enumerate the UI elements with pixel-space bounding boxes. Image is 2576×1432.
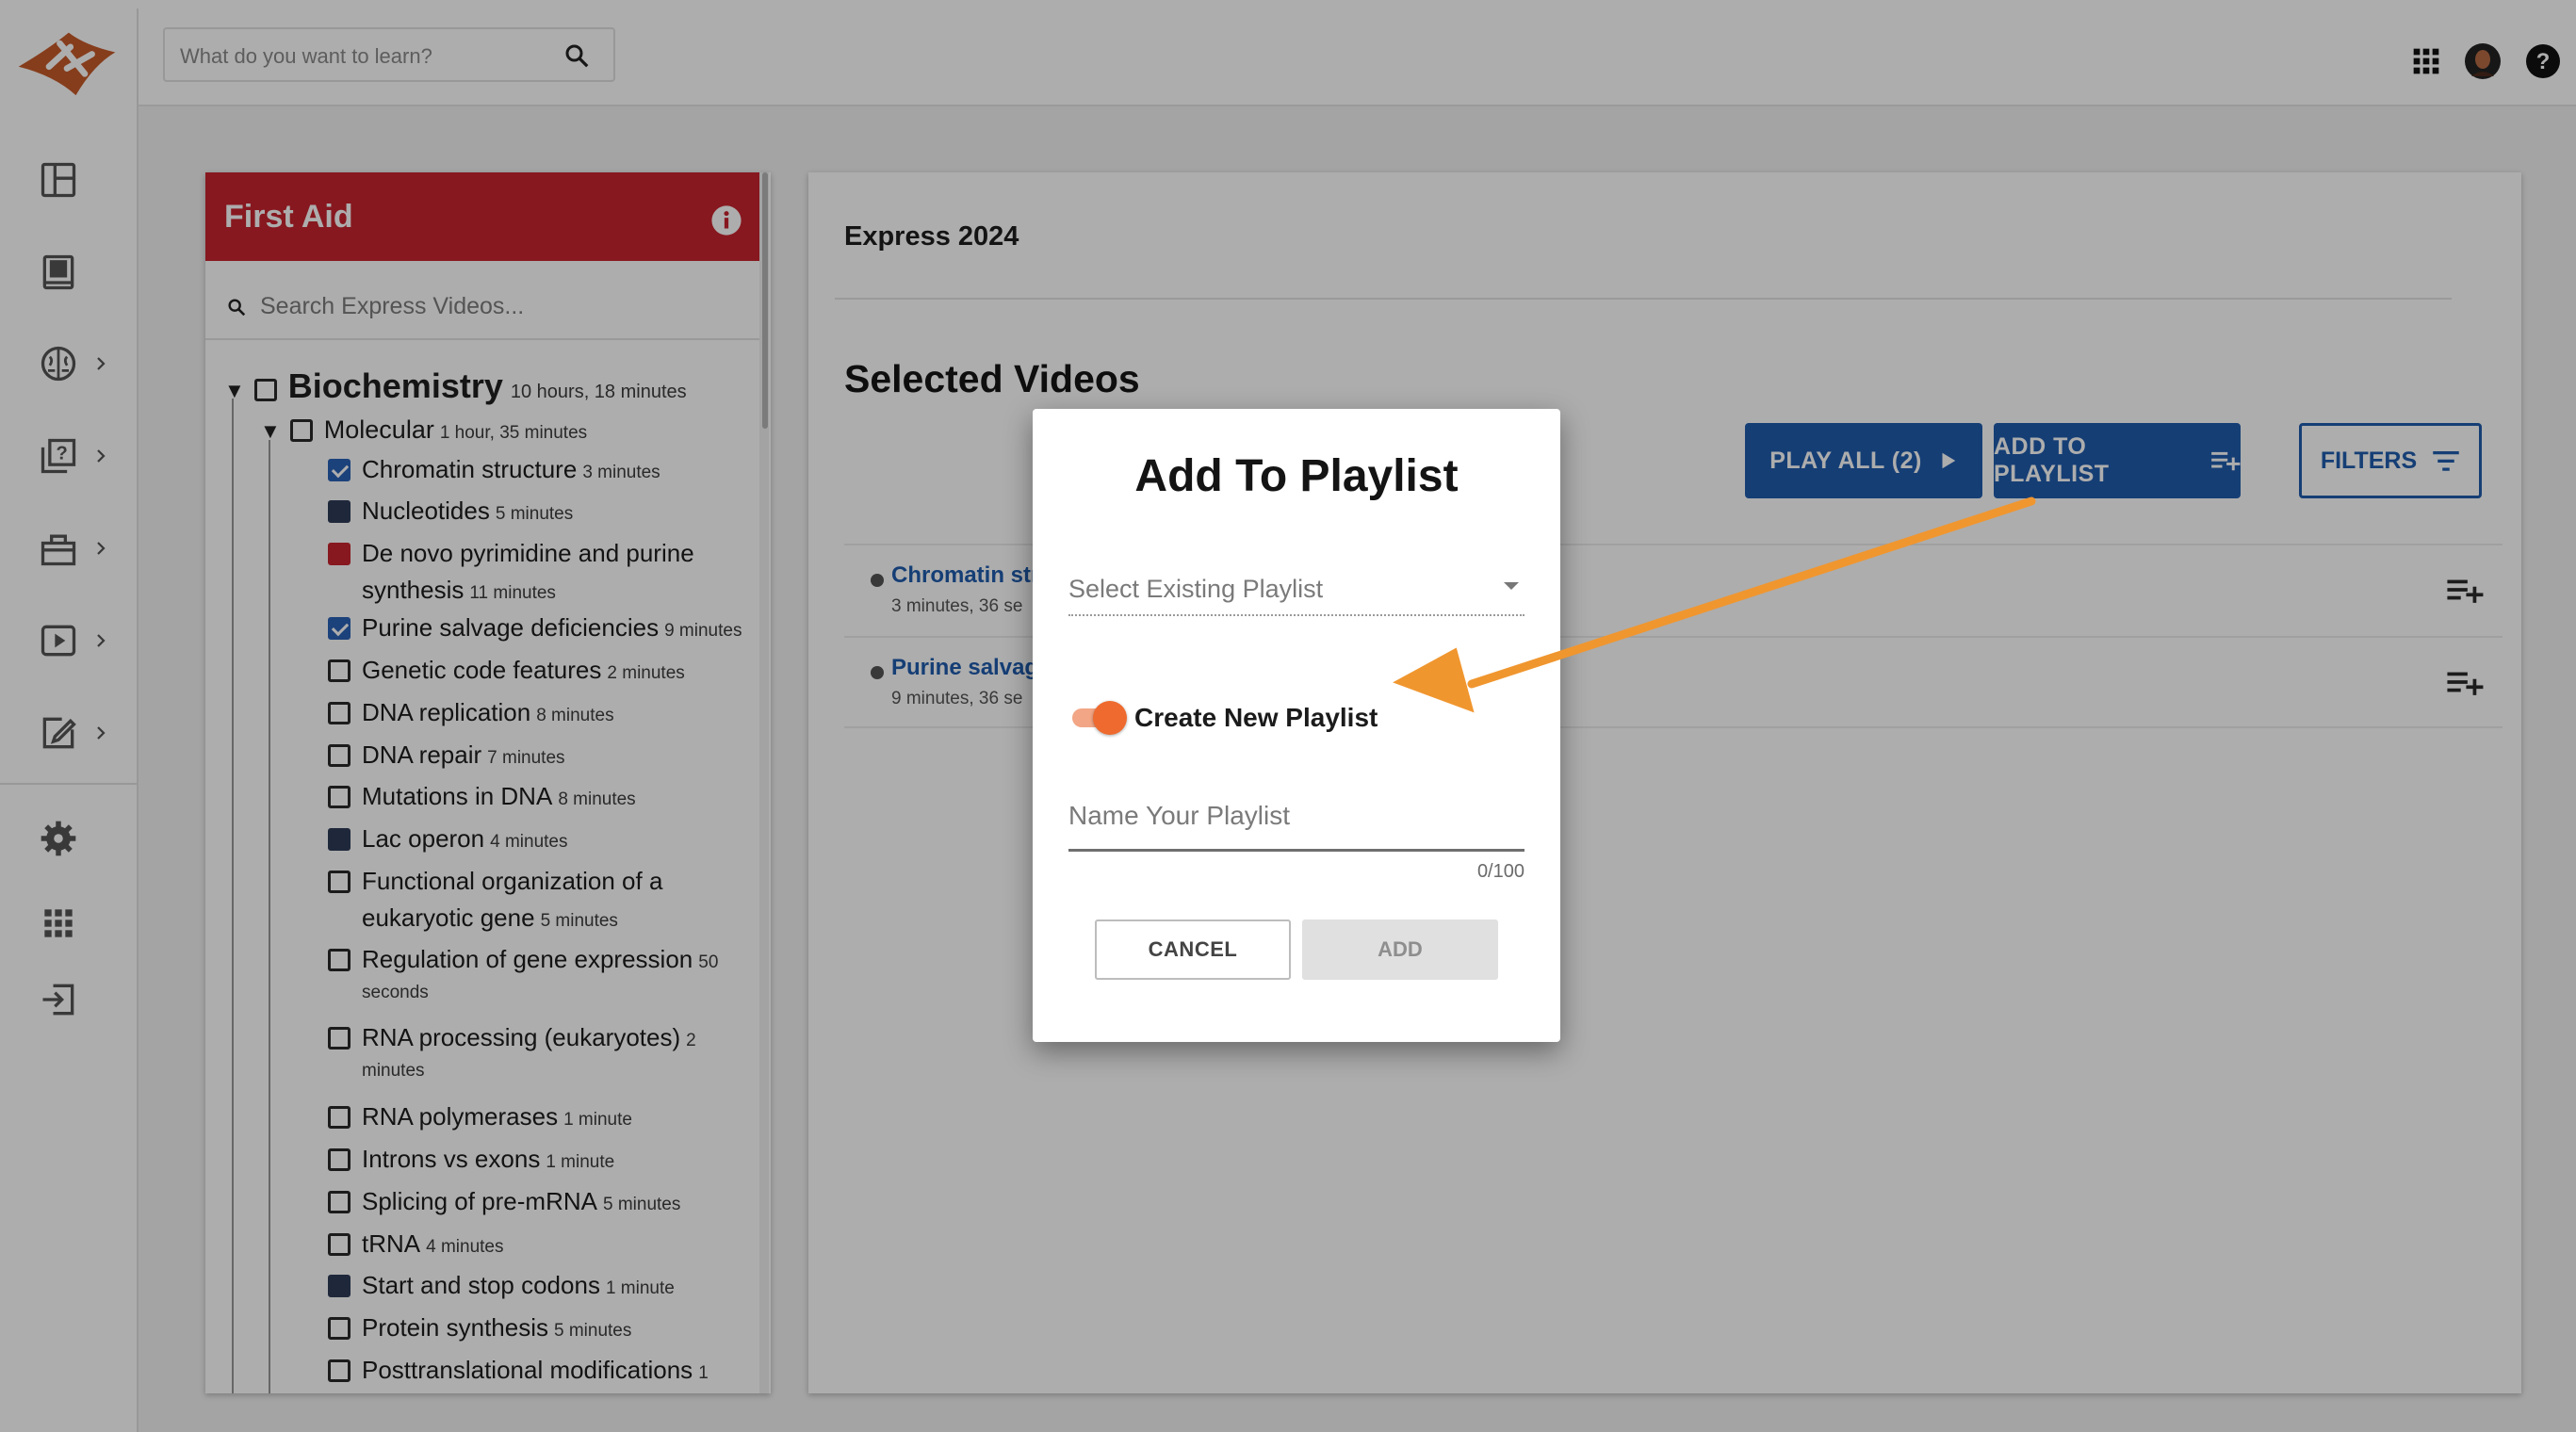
playlist-name-input[interactable] (1068, 801, 1524, 831)
cancel-button[interactable]: CANCEL (1095, 919, 1291, 980)
select-placeholder: Select Existing Playlist (1068, 575, 1324, 603)
add-to-playlist-dialog: Add To Playlist Select Existing Playlist… (1033, 409, 1560, 1042)
existing-playlist-select[interactable]: Select Existing Playlist (1068, 567, 1524, 616)
toggle-knob (1093, 701, 1127, 735)
add-button[interactable]: ADD (1302, 919, 1498, 980)
dialog-title: Add To Playlist (1134, 451, 1459, 501)
create-new-playlist-toggle[interactable] (1068, 701, 1127, 735)
char-counter: 0/100 (1476, 861, 1524, 882)
playlist-name-field[interactable] (1068, 793, 1524, 852)
dropdown-arrow-icon (1504, 582, 1519, 590)
toggle-label: Create New Playlist (1134, 703, 1378, 732)
